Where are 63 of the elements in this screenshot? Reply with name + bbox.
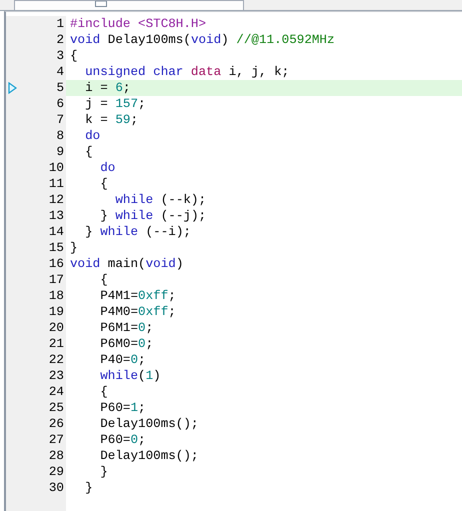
line-number: 3 <box>56 49 65 63</box>
line-number: 7 <box>56 113 65 127</box>
code-line: { <box>84 145 93 159</box>
code-line: void main(void) <box>70 257 184 271</box>
line-number: 30 <box>48 481 65 495</box>
code-line: { <box>99 385 108 399</box>
line-number: 18 <box>48 289 65 303</box>
code-line: { <box>99 177 108 191</box>
code-line: Delay100ms(); <box>99 449 198 463</box>
code-line: i = 6; <box>84 81 130 95</box>
line-number: 28 <box>48 449 65 463</box>
code-editor[interactable] <box>4 11 462 511</box>
code-line: k = 59; <box>84 113 138 127</box>
line-number: 17 <box>48 273 65 287</box>
code-line: #include <STC8H.H> <box>70 17 206 31</box>
code-line: } <box>70 241 78 255</box>
code-line: while(1) <box>99 369 161 383</box>
code-line: P4M1=0xff; <box>99 289 176 303</box>
file-tab[interactable] <box>14 0 244 10</box>
line-number: 24 <box>48 385 65 399</box>
line-number: 11 <box>48 177 65 191</box>
line-number: 19 <box>48 305 65 319</box>
code-line: do <box>99 161 116 175</box>
code-line: Delay100ms(); <box>99 417 198 431</box>
code-line: P4M0=0xff; <box>99 305 176 319</box>
line-number: 21 <box>48 337 65 351</box>
line-number: 8 <box>56 129 65 143</box>
line-number: 13 <box>48 209 65 223</box>
line-number: 27 <box>48 433 65 447</box>
line-number: 9 <box>56 145 65 159</box>
line-number: 10 <box>48 161 65 175</box>
line-number: 26 <box>48 417 65 431</box>
code-line: j = 157; <box>84 97 146 111</box>
line-number: 14 <box>48 225 65 239</box>
code-line: } while (--j); <box>99 209 206 223</box>
code-line: P60=0; <box>99 433 146 447</box>
line-number: 4 <box>56 65 65 79</box>
file-icon <box>95 1 107 7</box>
line-number: 16 <box>48 257 65 271</box>
code-line: P6M1=0; <box>99 321 154 335</box>
code-line: P40=0; <box>99 353 146 367</box>
code-line: } <box>84 481 93 495</box>
line-number: 12 <box>48 193 65 207</box>
line-number: 6 <box>56 97 65 111</box>
line-number: 1 <box>56 17 65 31</box>
code-line: { <box>70 49 78 63</box>
code-line: while (--k); <box>114 193 206 207</box>
code-line: do <box>84 129 100 143</box>
code-line: void Delay100ms(void) //@11.0592MHz <box>70 33 335 47</box>
line-number: 2 <box>56 33 65 47</box>
code-line: { <box>99 273 108 287</box>
code-line: } while (--i); <box>84 225 191 239</box>
code-line: } <box>99 465 108 479</box>
line-number: 23 <box>48 369 65 383</box>
line-number: 29 <box>48 465 65 479</box>
line-number: 15 <box>48 241 65 255</box>
code-line: unsigned char data i, j, k; <box>84 65 290 79</box>
line-number: 25 <box>48 401 65 415</box>
line-number: 20 <box>48 321 65 335</box>
line-number: 22 <box>48 353 65 367</box>
code-line: P6M0=0; <box>99 337 154 351</box>
line-number: 5 <box>56 81 65 95</box>
code-line: P60=1; <box>99 401 146 415</box>
